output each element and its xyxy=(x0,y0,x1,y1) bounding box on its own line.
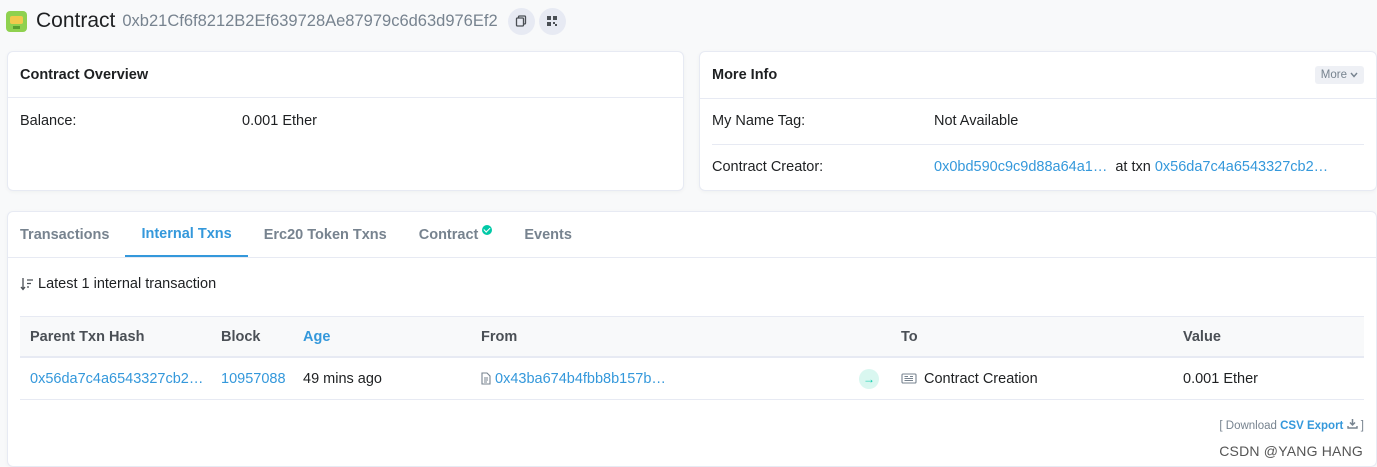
transactions-card: Transactions Internal Txns Erc20 Token T… xyxy=(7,211,1377,467)
divider xyxy=(712,144,1364,145)
tab-transactions[interactable]: Transactions xyxy=(8,212,125,257)
sort-amount-down-icon xyxy=(20,278,33,291)
contract-creator-label: Contract Creator: xyxy=(712,159,824,175)
more-info-card: More Info More My Name Tag: Not Availabl… xyxy=(699,51,1377,191)
page-header: Contract 0xb21Cf6f8212B2Ef639728Ae87979c… xyxy=(6,6,570,36)
header-block: Block xyxy=(221,328,261,345)
tab-contract[interactable]: Contract xyxy=(403,212,509,257)
more-info-title: More Info xyxy=(712,67,778,83)
creator-txn-link[interactable]: 0x56da7c4a6543327cb2… xyxy=(1155,159,1328,175)
contract-creator-row: Contract Creator: 0x0bd590c9c9d88a64a1… … xyxy=(712,159,1364,175)
summary: Latest 1 internal transaction xyxy=(20,276,216,292)
header-value: Value xyxy=(1183,328,1221,345)
more-button-label: More xyxy=(1320,69,1347,81)
page-title: Contract xyxy=(36,9,116,32)
contract-overview-title: Contract Overview xyxy=(20,66,149,83)
at-txn-label: at txn xyxy=(1115,159,1151,175)
contract-address: 0xb21Cf6f8212B2Ef639728Ae87979c6d63d976E… xyxy=(122,11,498,30)
direction-cell: → xyxy=(859,358,879,399)
block-link[interactable]: 10957088 xyxy=(221,358,286,399)
from-cell: 0x43ba674b4fbb8b157b… xyxy=(481,358,666,399)
balance-label: Balance: xyxy=(20,113,77,129)
tab-label: Transactions xyxy=(20,226,110,243)
copy-address-button[interactable] xyxy=(507,7,535,35)
header-to: To xyxy=(901,328,918,345)
csv-export-link[interactable]: CSV Export xyxy=(1280,420,1343,432)
age-value: 49 mins ago xyxy=(303,370,382,387)
export-suffix: ] xyxy=(1360,420,1364,432)
table-row: 0x56da7c4a6543327cb2… 10957088 49 mins a… xyxy=(20,358,1364,400)
more-dropdown-button[interactable]: More xyxy=(1314,66,1364,84)
verified-check-icon xyxy=(482,224,493,235)
tab-label: Erc20 Token Txns xyxy=(263,226,387,243)
from-address-link[interactable]: 0x43ba674b4fbb8b157b… xyxy=(495,371,666,387)
balance-value: 0.001 Ether xyxy=(242,113,317,129)
table-header: Parent Txn Hash Block Age From To Value xyxy=(20,316,1364,358)
to-cell: Contract Creation xyxy=(901,358,1038,399)
header-parent-txn-hash: Parent Txn Hash xyxy=(30,328,145,345)
watermark: CSDN @YANG HANG xyxy=(1219,443,1363,459)
summary-text: Latest 1 internal transaction xyxy=(38,276,217,292)
csv-export: [ Download CSV Export ] xyxy=(1219,418,1364,432)
tab-events[interactable]: Events xyxy=(508,212,588,257)
arrow-right-icon: → xyxy=(859,368,879,389)
name-tag-label: My Name Tag: xyxy=(712,113,806,129)
parent-txn-hash-link[interactable]: 0x56da7c4a6543327cb2… xyxy=(30,358,203,399)
to-value: Contract Creation xyxy=(924,370,1038,387)
tab-internal-txns[interactable]: Internal Txns xyxy=(125,212,248,257)
download-icon xyxy=(1346,419,1358,429)
newspaper-icon xyxy=(901,373,917,384)
contract-overview-card: Contract Overview Balance: 0.001 Ether xyxy=(7,51,684,191)
tab-label: Internal Txns xyxy=(141,225,232,242)
export-prefix: [ Download xyxy=(1219,420,1277,432)
tab-erc20-token-txns[interactable]: Erc20 Token Txns xyxy=(248,212,403,257)
qr-code-button[interactable] xyxy=(538,7,566,35)
name-tag-row: My Name Tag: Not Available xyxy=(712,113,1364,129)
tab-label: Events xyxy=(524,226,572,243)
copy-icon xyxy=(515,15,527,27)
tab-label: Contract xyxy=(418,226,479,243)
file-contract-icon xyxy=(481,372,491,385)
header-age-toggle[interactable]: Age xyxy=(303,317,330,356)
more-info-header: More Info More xyxy=(700,52,1376,99)
contract-avatar-icon xyxy=(6,10,27,32)
contract-overview-header: Contract Overview xyxy=(8,52,683,98)
tab-bar: Transactions Internal Txns Erc20 Token T… xyxy=(8,212,1376,258)
value-amount: 0.001 Ether xyxy=(1183,370,1258,387)
creator-address-link[interactable]: 0x0bd590c9c9d88a64a1… xyxy=(934,159,1107,175)
name-tag-value: Not Available xyxy=(934,113,1019,129)
header-from: From xyxy=(481,328,518,345)
chevron-down-icon xyxy=(1350,72,1358,78)
balance-row: Balance: 0.001 Ether xyxy=(20,113,671,129)
qr-code-icon xyxy=(547,16,558,26)
